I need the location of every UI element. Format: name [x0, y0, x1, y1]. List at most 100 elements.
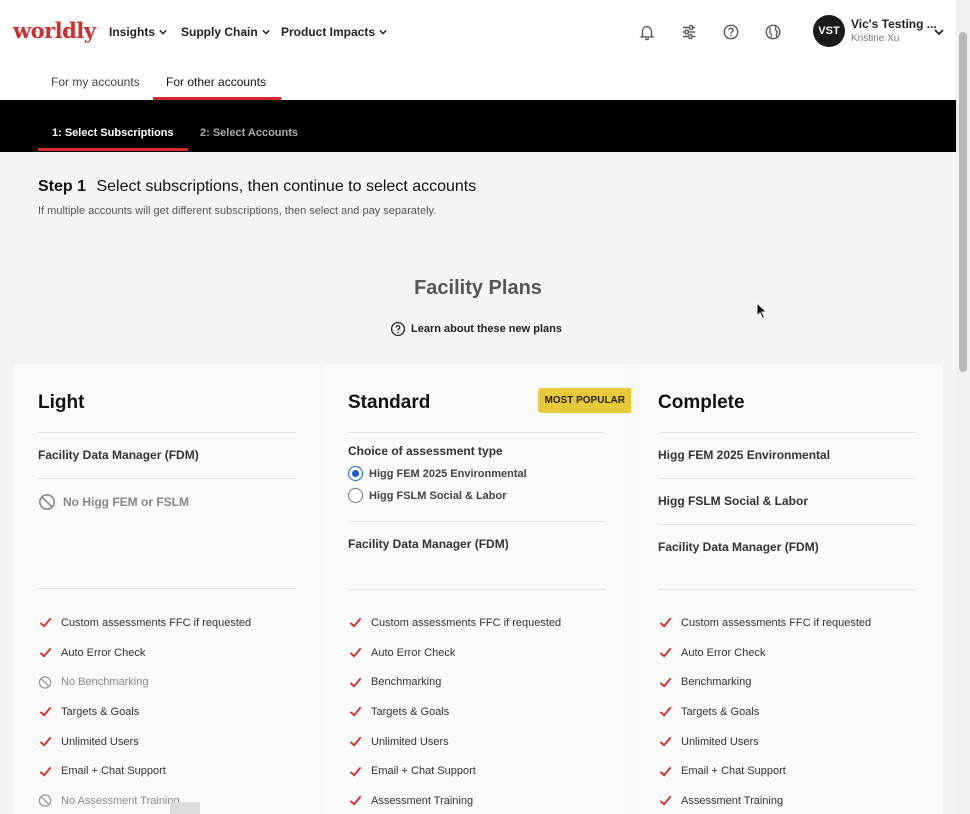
- feature-item: Targets & Goals: [348, 697, 561, 727]
- check-icon: [658, 616, 672, 630]
- check-icon: [348, 646, 362, 660]
- feature-item: Auto Error Check: [658, 638, 871, 668]
- check-icon: [348, 735, 362, 749]
- feature-item: Benchmarking: [348, 667, 561, 697]
- feature-label: Unlimited Users: [61, 735, 139, 748]
- feature-list: Custom assessments FFC if requested Auto …: [658, 608, 871, 814]
- nav-insights-label: Insights: [109, 25, 156, 39]
- feature-item: Benchmarking: [658, 667, 871, 697]
- radio-higg-fslm[interactable]: Higg FSLM Social & Labor: [348, 488, 507, 503]
- nav-insights[interactable]: Insights: [109, 25, 167, 39]
- tab-for-my-accounts[interactable]: For my accounts: [51, 75, 140, 89]
- feature-label: Auto Error Check: [61, 646, 146, 659]
- account-name: Vic's Testing ...: [851, 16, 937, 31]
- divider: [658, 432, 916, 433]
- globe-icon[interactable]: [764, 23, 782, 41]
- feature-label: Unlimited Users: [371, 735, 449, 748]
- feature-item: Auto Error Check: [348, 638, 561, 668]
- feature-label: Auto Error Check: [371, 646, 456, 659]
- divider: [658, 478, 916, 479]
- feature-label: Targets & Goals: [61, 705, 140, 718]
- divider: [38, 432, 296, 433]
- feature-label: No Assessment Training: [61, 794, 180, 807]
- plan-card-light[interactable]: Light Facility Data Manager (FDM) No Hig…: [13, 364, 321, 814]
- account-switcher[interactable]: VST Vic's Testing ... Kristine Xu: [813, 15, 944, 47]
- feature-label: Targets & Goals: [371, 705, 450, 718]
- radio-label: Higg FEM 2025 Environmental: [369, 467, 527, 480]
- account-tabs: For my accounts For other accounts: [0, 64, 956, 100]
- user-name: Kristine Xu: [851, 33, 900, 45]
- learn-link-label: Learn about these new plans: [411, 323, 562, 335]
- feature-label: Targets & Goals: [681, 705, 760, 718]
- active-step-indicator: [38, 148, 188, 151]
- chevron-down-icon: [159, 29, 167, 35]
- assessment-choice-label: Choice of assessment type: [348, 444, 503, 458]
- radio-button[interactable]: [348, 488, 363, 503]
- plan-card-complete[interactable]: Complete Higg FEM 2025 Environmental Hig…: [633, 364, 942, 814]
- radio-button[interactable]: [348, 466, 363, 481]
- plan-main-feature: Higg FEM 2025 Environmental: [658, 448, 831, 462]
- bell-icon[interactable]: [638, 23, 656, 41]
- feature-label: Auto Error Check: [681, 646, 766, 659]
- step-select-subscriptions[interactable]: 1: Select Subscriptions: [52, 127, 174, 139]
- feature-label: Custom assessments FFC if requested: [681, 616, 872, 629]
- feature-item: Unlimited Users: [658, 727, 871, 757]
- divider: [658, 589, 916, 590]
- plan-card-standard[interactable]: Standard MOST POPULAR Choice of assessme…: [323, 364, 631, 814]
- nav-supply-chain-label: Supply Chain: [181, 25, 258, 39]
- check-icon: [38, 735, 52, 749]
- plan-excluded-feature: No Higg FEM or FSLM: [38, 493, 189, 511]
- plan-main-feature: Facility Data Manager (FDM): [658, 540, 819, 554]
- feature-item: Email + Chat Support: [38, 756, 251, 786]
- nav-product-impacts[interactable]: Product Impacts: [281, 25, 387, 39]
- divider: [658, 524, 916, 525]
- step-number: Step 1: [38, 178, 87, 195]
- feature-item: Custom assessments FFC if requested: [348, 608, 561, 638]
- sliders-icon[interactable]: [680, 23, 698, 41]
- avatar: VST: [813, 15, 845, 47]
- scrollbar[interactable]: [956, 0, 970, 814]
- chevron-down-icon: [934, 29, 944, 36]
- step-select-accounts[interactable]: 2: Select Accounts: [200, 127, 298, 139]
- feature-list: Custom assessments FFC if requested Auto …: [38, 608, 251, 814]
- top-navbar: worldly Insights Supply Chain Product Im…: [0, 0, 956, 64]
- feature-item: Email + Chat Support: [348, 756, 561, 786]
- feature-label: Custom assessments FFC if requested: [61, 616, 252, 629]
- feature-label: Benchmarking: [681, 676, 752, 689]
- scrollbar-thumb[interactable]: [959, 32, 967, 372]
- check-icon: [658, 764, 672, 778]
- check-icon: [658, 646, 672, 660]
- excluded-feature-label: No Higg FEM or FSLM: [63, 495, 189, 509]
- check-icon: [658, 675, 672, 689]
- check-icon: [38, 764, 52, 778]
- prohibited-icon: [38, 675, 52, 689]
- check-icon: [38, 646, 52, 660]
- partial-element: [170, 802, 200, 814]
- radio-label: Higg FSLM Social & Labor: [369, 489, 507, 502]
- check-icon: [348, 616, 362, 630]
- divider: [38, 478, 296, 479]
- feature-label: Assessment Training: [681, 794, 784, 807]
- plan-title: Standard: [348, 392, 431, 413]
- feature-label: No Benchmarking: [61, 676, 149, 689]
- feature-item: Unlimited Users: [348, 727, 561, 757]
- learn-about-plans-link[interactable]: Learn about these new plans: [390, 321, 562, 337]
- feature-item: Auto Error Check: [38, 638, 251, 668]
- feature-item: No Assessment Training: [38, 786, 251, 814]
- feature-item: Unlimited Users: [38, 727, 251, 757]
- radio-higg-fem[interactable]: Higg FEM 2025 Environmental: [348, 466, 527, 481]
- worldly-logo[interactable]: worldly: [13, 18, 96, 43]
- help-icon[interactable]: [722, 23, 740, 41]
- chevron-down-icon: [261, 29, 270, 35]
- chevron-down-icon: [379, 29, 387, 35]
- feature-label: Unlimited Users: [681, 735, 759, 748]
- tab-for-other-accounts[interactable]: For other accounts: [166, 75, 266, 89]
- check-icon: [38, 705, 52, 719]
- prohibited-icon: [38, 493, 56, 511]
- plan-main-feature: Facility Data Manager (FDM): [348, 537, 509, 551]
- nav-supply-chain[interactable]: Supply Chain: [181, 25, 270, 39]
- check-icon: [38, 616, 52, 630]
- feature-label: Assessment Training: [371, 794, 474, 807]
- check-icon: [658, 705, 672, 719]
- step-title: Select subscriptions, then continue to s…: [96, 178, 477, 195]
